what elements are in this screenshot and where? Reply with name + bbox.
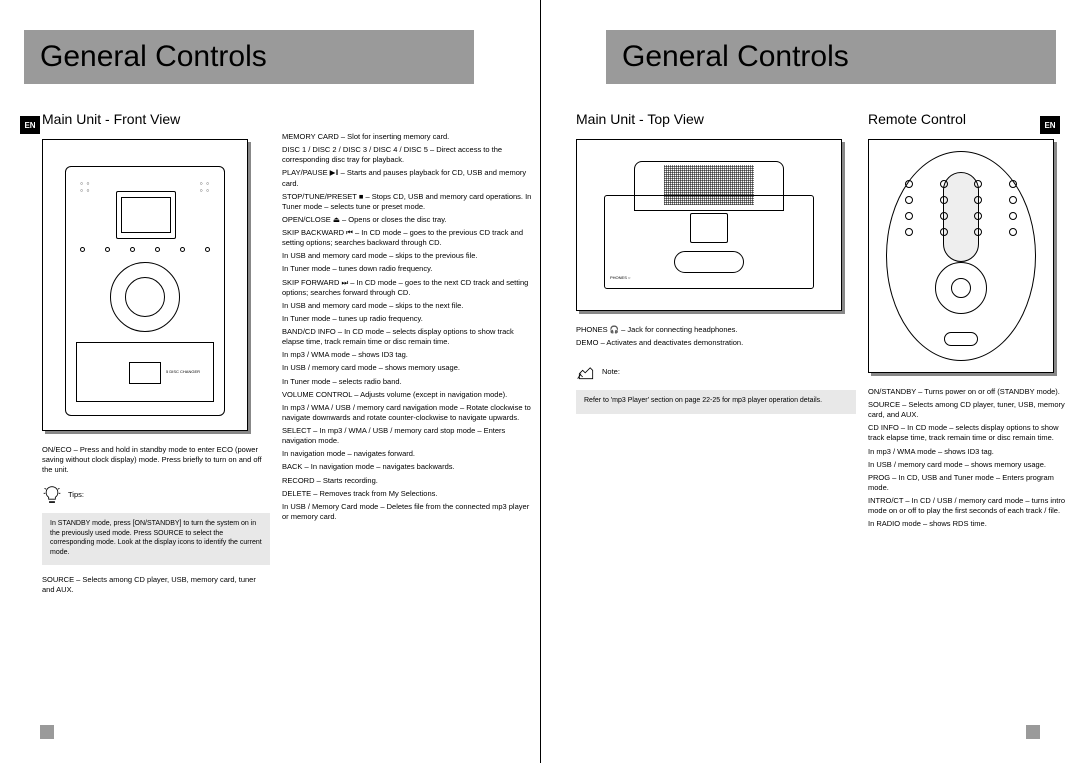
rc-3: In mp3 / WMA mode – shows ID3 tag. bbox=[868, 447, 1068, 457]
remote-sketch bbox=[886, 151, 1036, 361]
section-title-remote: Remote Control bbox=[868, 110, 1068, 129]
section-title-top: Main Unit - Top View bbox=[576, 110, 856, 129]
l2-21: DELETE – Removes track from My Selection… bbox=[282, 489, 532, 499]
tips-label: Tips: bbox=[68, 490, 84, 500]
illus-remote bbox=[868, 139, 1054, 373]
l2-8: SKIP FORWARD ⏭ – In CD mode – goes to th… bbox=[282, 278, 532, 298]
lightbulb-icon bbox=[42, 485, 62, 505]
desc-source: SOURCE – Selects among CD player, USB, m… bbox=[42, 575, 270, 595]
l2-2: PLAY/PAUSE ▶‖ – Starts and pauses playba… bbox=[282, 168, 532, 188]
l2-7: In Tuner mode – tunes down radio frequen… bbox=[282, 264, 532, 274]
rc-5: PROG – In CD, USB and Tuner mode – Enter… bbox=[868, 473, 1068, 493]
rc-6: INTRO/CT – In CD / USB / memory card mod… bbox=[868, 496, 1068, 516]
header-bar-right: General Controls bbox=[606, 30, 1056, 84]
desc-demo: DEMO – Activates and deactivates demonst… bbox=[576, 338, 856, 348]
tips-body: In STANDBY mode, press [ON/STANDBY] to t… bbox=[50, 520, 262, 555]
l2-12: In mp3 / WMA mode – shows ID3 tag. bbox=[282, 350, 532, 360]
right-col-2: Remote Control ON/STANDBY – Turns power … bbox=[868, 110, 1068, 532]
l2-13: In USB / memory card mode – shows memory… bbox=[282, 363, 532, 373]
l2-4: OPEN/CLOSE ⏏ – Opens or closes the disc … bbox=[282, 215, 532, 225]
disc-changer-label: 5 DISC CHANGER bbox=[166, 369, 200, 374]
left-col-2: MEMORY CARD – Slot for inserting memory … bbox=[282, 110, 532, 598]
note-label: Note: bbox=[602, 367, 620, 377]
device-top-sketch: PHONES ○ bbox=[594, 155, 824, 295]
illus-front-view: ○ ○○ ○ ○ ○○ ○ 5 DISC CHANGER bbox=[42, 139, 248, 431]
l2-5: SKIP BACKWARD ⏮ – In CD mode – goes to t… bbox=[282, 228, 532, 248]
header-bar-left: General Controls bbox=[24, 30, 474, 84]
rc-7: In RADIO mode – shows RDS time. bbox=[868, 519, 1068, 529]
device-front-sketch: ○ ○○ ○ ○ ○○ ○ 5 DISC CHANGER bbox=[65, 166, 225, 416]
right-col-1: Main Unit - Top View PHONES ○ PHONES 🎧 –… bbox=[576, 110, 856, 532]
note-box: Refer to 'mp3 Player' section on page 22… bbox=[576, 390, 856, 413]
l2-16: In mp3 / WMA / USB / memory card navigat… bbox=[282, 403, 532, 423]
section-title-front: Main Unit - Front View bbox=[42, 110, 270, 129]
l2-1: DISC 1 / DISC 2 / DISC 3 / DISC 4 / DISC… bbox=[282, 145, 532, 165]
l2-19: BACK – In navigation mode – navigates ba… bbox=[282, 462, 532, 472]
l2-18: In navigation mode – navigates forward. bbox=[282, 449, 532, 459]
l2-22: In USB / Memory Card mode – Deletes file… bbox=[282, 502, 532, 522]
l2-15: VOLUME CONTROL – Adjusts volume (except … bbox=[282, 390, 532, 400]
rc-4: In USB / memory card mode – shows memory… bbox=[868, 460, 1068, 470]
l2-10: In Tuner mode – tunes up radio frequency… bbox=[282, 314, 532, 324]
l2-9: In USB and memory card mode – skips to t… bbox=[282, 301, 532, 311]
illus-top-view: PHONES ○ bbox=[576, 139, 842, 311]
rc-0: ON/STANDBY – Turns power on or off (STAN… bbox=[868, 387, 1068, 397]
l2-14: In Tuner mode – selects radio band. bbox=[282, 377, 532, 387]
l2-0: MEMORY CARD – Slot for inserting memory … bbox=[282, 132, 532, 142]
desc-on-eco: ON/ECO – Press and hold in standby mode … bbox=[42, 445, 270, 475]
l2-6: In USB and memory card mode – skips to t… bbox=[282, 251, 532, 261]
page-number-box-right bbox=[1026, 725, 1040, 739]
rc-2: CD INFO – In CD mode – selects display o… bbox=[868, 423, 1068, 443]
l2-20: RECORD – Starts recording. bbox=[282, 476, 532, 486]
tips-box: In STANDBY mode, press [ON/STANDBY] to t… bbox=[42, 513, 270, 565]
desc-phones: PHONES 🎧 – Jack for connecting headphone… bbox=[576, 325, 856, 335]
rc-1: SOURCE – Selects among CD player, tuner,… bbox=[868, 400, 1068, 420]
page-right: General Controls EN Main Unit - Top View… bbox=[540, 0, 1080, 763]
page-left: General Controls EN Main Unit - Front Vi… bbox=[0, 0, 540, 763]
l2-11: BAND/CD INFO – In CD mode – selects disp… bbox=[282, 327, 532, 347]
left-col-1: Main Unit - Front View ○ ○○ ○ ○ ○○ ○ 5 D… bbox=[42, 110, 270, 598]
page-title-r: General Controls bbox=[622, 40, 849, 74]
hand-note-icon bbox=[576, 362, 596, 382]
l2-17: SELECT – In mp3 / WMA / USB / memory car… bbox=[282, 426, 532, 446]
note-body: Refer to 'mp3 Player' section on page 22… bbox=[584, 397, 822, 404]
page-number-box-left bbox=[40, 725, 54, 739]
l2-3: STOP/TUNE/PRESET ■ – Stops CD, USB and m… bbox=[282, 192, 532, 212]
page-title: General Controls bbox=[40, 40, 267, 74]
